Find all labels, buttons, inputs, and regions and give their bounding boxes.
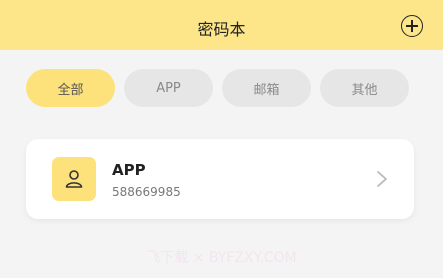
filter-chip-all[interactable]: 全部 <box>26 69 115 107</box>
category-filter-bar: 全部 APP 邮箱 其他 <box>26 69 426 107</box>
watermark: 飞下载 × BYFZXY.COM <box>146 250 297 266</box>
page-title: 密码本 <box>197 20 246 39</box>
chevron-right-icon <box>377 171 387 187</box>
filter-chip-other[interactable]: 其他 <box>320 69 409 107</box>
entry-name: APP <box>112 161 146 179</box>
add-entry-button[interactable] <box>401 15 423 37</box>
filter-chip-email[interactable]: 邮箱 <box>222 69 311 107</box>
user-icon <box>52 157 96 201</box>
app-header: 密码本 <box>0 0 443 50</box>
entry-account: 588669985 <box>112 185 181 199</box>
filter-chip-app[interactable]: APP <box>124 69 213 107</box>
password-entry-card[interactable]: APP 588669985 <box>26 139 414 219</box>
